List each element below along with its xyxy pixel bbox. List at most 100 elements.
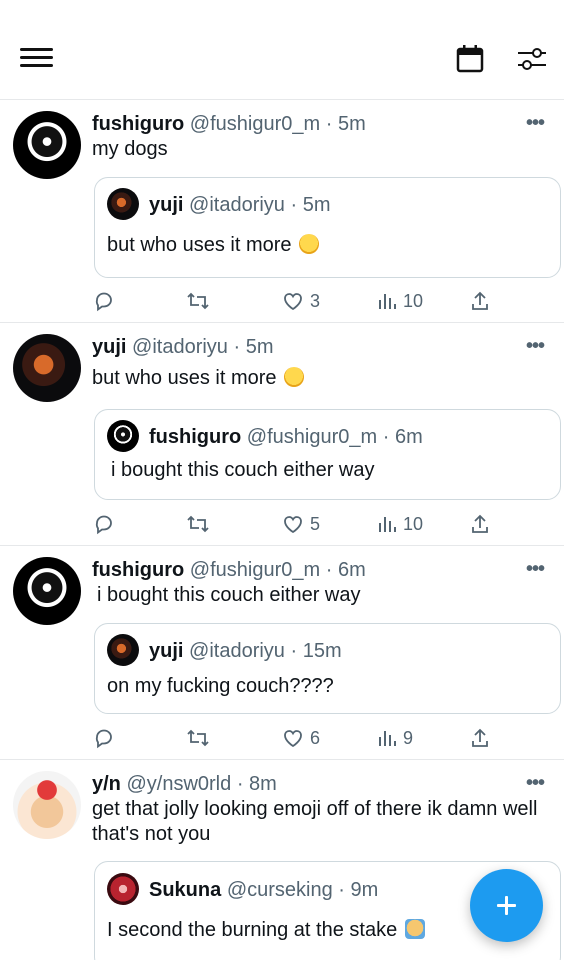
- view-count: 9: [403, 727, 414, 748]
- post-header: y/n @y/nsw0rld · 8m: [92, 772, 277, 796]
- more-options-icon[interactable]: •••: [526, 558, 545, 581]
- avatar[interactable]: [13, 557, 81, 625]
- post[interactable]: fushiguro @fushigur0_m · 6m ••• i bought…: [0, 546, 564, 760]
- like-count: 3: [310, 290, 321, 311]
- quote-text-line: but who uses it more: [107, 233, 320, 257]
- post-text: but who uses it more: [92, 367, 277, 389]
- quote-author-handle: @curseking: [226, 879, 333, 901]
- post-text: get that jolly looking emoji off of ther…: [92, 798, 538, 845]
- share-icon: [472, 514, 488, 533]
- top-bar: [0, 0, 564, 100]
- quote-text: on my fucking couch????: [107, 675, 334, 697]
- like-count: 5: [310, 513, 321, 534]
- raising-hand-emoji-icon: [404, 919, 425, 939]
- action-bar: 6 9: [0, 725, 564, 751]
- share-button[interactable]: [470, 288, 490, 314]
- reply-button[interactable]: [93, 511, 115, 537]
- quoted-post[interactable]: yuji @itadoriyu · 15m on my fucking couc…: [94, 623, 561, 714]
- avatar[interactable]: [13, 111, 81, 179]
- separator: ·: [290, 194, 298, 216]
- action-bar: 5 10: [0, 511, 564, 537]
- separator: ·: [325, 559, 333, 581]
- quoted-post[interactable]: yuji @itadoriyu · 5m but who uses it mor…: [94, 177, 561, 278]
- post-header: yuji @itadoriyu · 5m: [92, 335, 274, 359]
- retweet-button[interactable]: [186, 725, 210, 751]
- post[interactable]: fushiguro @fushigur0_m · 5m ••• my dogs …: [0, 100, 564, 323]
- avatar[interactable]: [13, 771, 81, 839]
- quoted-post[interactable]: fushiguro @fushigur0_m · 6m i bought thi…: [94, 409, 561, 500]
- quote-header: yuji @itadoriyu · 15m: [149, 639, 342, 663]
- views-button[interactable]: 10: [377, 288, 423, 314]
- thinking-emoji-icon: [284, 367, 305, 387]
- separator: ·: [338, 879, 345, 901]
- author-name[interactable]: yuji: [92, 336, 126, 358]
- post[interactable]: yuji @itadoriyu · 5m ••• but who uses it…: [0, 323, 564, 546]
- like-button[interactable]: 5: [282, 511, 320, 537]
- action-bar: 3 10: [0, 288, 564, 314]
- post-header: fushiguro @fushigur0_m · 6m: [92, 558, 366, 582]
- quote-author-handle: @fushigur0_m: [246, 426, 378, 448]
- more-options-icon[interactable]: •••: [526, 335, 545, 358]
- more-options-icon[interactable]: •••: [526, 112, 545, 135]
- post-text: i bought this couch either way: [97, 584, 361, 606]
- thinking-emoji-icon: [299, 234, 320, 254]
- hamburger-menu-icon[interactable]: [20, 48, 53, 70]
- retweet-button[interactable]: [186, 511, 210, 537]
- author-name[interactable]: fushiguro: [92, 559, 184, 581]
- reply-button[interactable]: [93, 725, 115, 751]
- reply-icon: [95, 729, 112, 749]
- post-text-line: but who uses it more: [92, 366, 547, 391]
- retweet-icon: [187, 292, 209, 310]
- timestamp: 8m: [249, 773, 277, 795]
- like-button[interactable]: 6: [282, 725, 320, 751]
- compose-button[interactable]: [470, 869, 543, 942]
- author-name[interactable]: fushiguro: [92, 113, 184, 135]
- quote-avatar: [107, 420, 139, 452]
- author-handle[interactable]: @y/nsw0rld: [126, 773, 231, 795]
- retweet-button[interactable]: [186, 288, 210, 314]
- quote-header: fushiguro @fushigur0_m · 6m: [149, 425, 423, 449]
- views-icon: [379, 731, 396, 746]
- timestamp: 6m: [337, 559, 366, 581]
- quote-author-name: yuji: [149, 194, 184, 216]
- reply-button[interactable]: [93, 288, 115, 314]
- quote-timestamp: 6m: [394, 426, 423, 448]
- post-header: fushiguro @fushigur0_m · 5m: [92, 112, 366, 136]
- views-icon: [379, 294, 396, 309]
- timestamp: 5m: [245, 336, 274, 358]
- reply-icon: [95, 292, 112, 312]
- share-icon: [472, 291, 488, 310]
- quote-text: i bought this couch either way: [111, 459, 375, 481]
- filter-icon[interactable]: [516, 44, 548, 74]
- quote-avatar: [107, 634, 139, 666]
- quote-author-handle: @itadoriyu: [189, 194, 285, 216]
- quote-author-name: yuji: [149, 640, 184, 662]
- quote-header: Sukuna @curseking · 9m: [149, 878, 378, 902]
- author-handle[interactable]: @fushigur0_m: [190, 559, 320, 581]
- retweet-icon: [187, 729, 209, 747]
- separator: ·: [236, 773, 244, 795]
- like-count: 6: [310, 727, 321, 748]
- views-icon: [379, 517, 396, 532]
- quote-author-handle: @itadoriyu: [189, 640, 285, 662]
- author-handle[interactable]: @fushigur0_m: [190, 113, 320, 135]
- like-button[interactable]: 3: [282, 288, 320, 314]
- view-count: 10: [403, 513, 424, 534]
- avatar[interactable]: [13, 334, 81, 402]
- author-handle[interactable]: @itadoriyu: [132, 336, 228, 358]
- separator: ·: [382, 426, 390, 448]
- views-button[interactable]: 10: [377, 511, 423, 537]
- quote-timestamp: 15m: [302, 640, 342, 662]
- author-name[interactable]: y/n: [92, 773, 121, 795]
- share-button[interactable]: [470, 511, 490, 537]
- timestamp: 5m: [337, 113, 366, 135]
- views-button[interactable]: 9: [377, 725, 413, 751]
- heart-icon: [284, 516, 302, 534]
- quote-text: but who uses it more: [107, 234, 292, 256]
- share-button[interactable]: [470, 725, 490, 751]
- quote-avatar: [107, 188, 139, 220]
- more-options-icon[interactable]: •••: [526, 772, 545, 795]
- quote-text: I second the burning at the stake: [107, 919, 398, 941]
- quote-avatar: [107, 873, 139, 905]
- calendar-icon[interactable]: [456, 44, 484, 74]
